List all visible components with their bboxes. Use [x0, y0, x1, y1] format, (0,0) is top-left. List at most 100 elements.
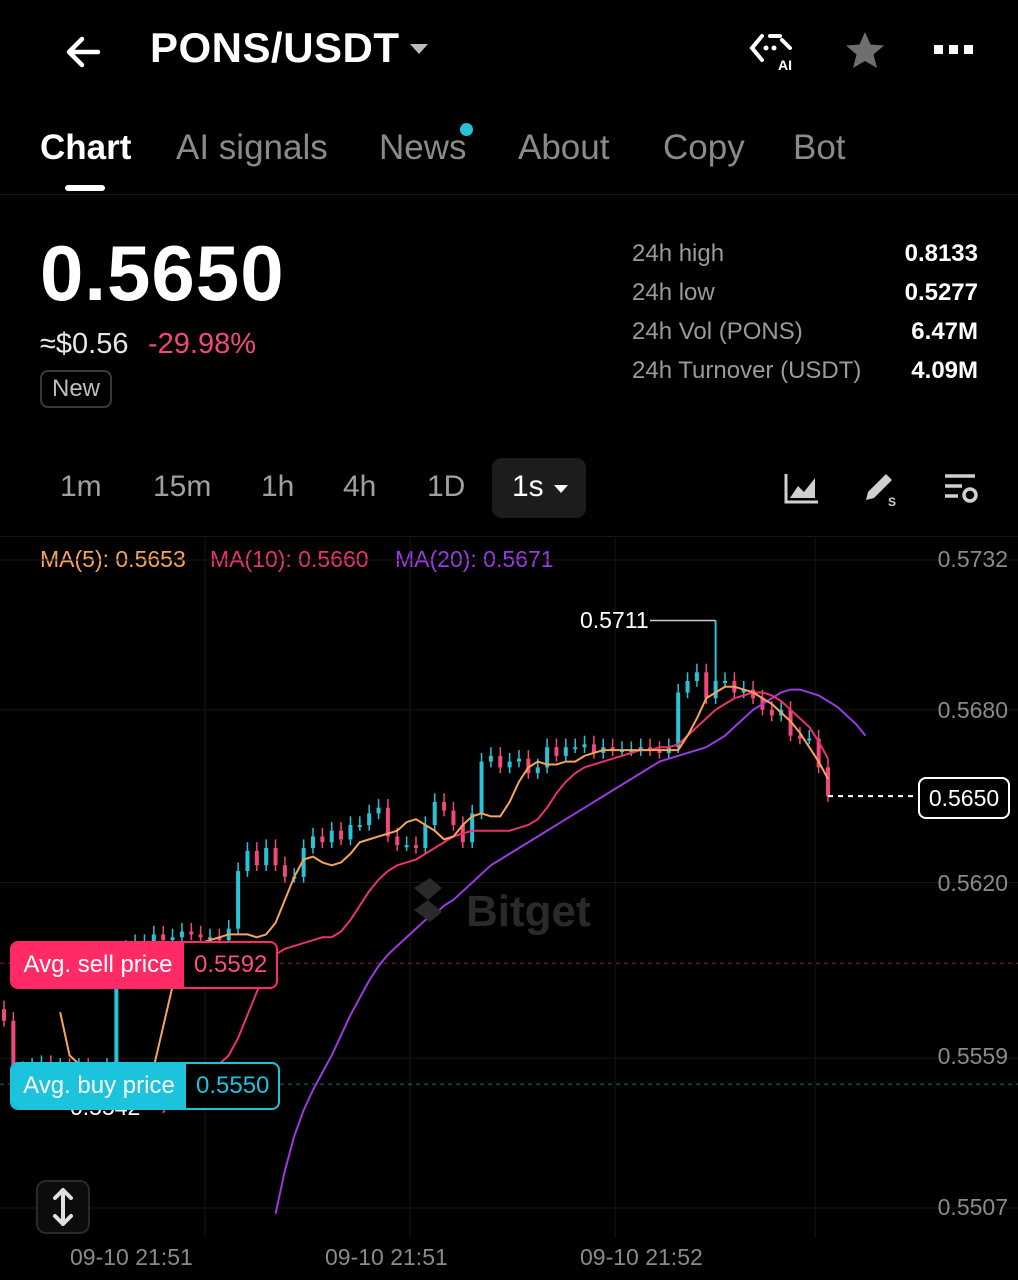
stats-panel: 24h high 0.8133 24h low 0.5277 24h Vol (PO… [632, 240, 978, 396]
candle-body [329, 830, 334, 843]
stat-label: 24h Vol (PONS) [632, 318, 803, 345]
stat-value: 0.5277 [904, 279, 978, 306]
candle-body [423, 824, 428, 848]
candle-body [488, 755, 493, 762]
x-axis-tick: 09-10 21:52 [580, 1244, 703, 1270]
interval-1h[interactable]: 1h [261, 470, 294, 504]
candle-body [367, 813, 372, 825]
candle-body [414, 845, 418, 848]
ma20-line [274, 688, 867, 1214]
active-tab-indicator [65, 185, 105, 191]
divider [0, 536, 1018, 537]
candle-body [479, 761, 484, 814]
candle-body [694, 672, 699, 681]
interval-selected-label: 1s [512, 470, 544, 503]
avg-buy-price-tag[interactable]: Avg. buy price 0.5550 [10, 1062, 280, 1110]
back-arrow-icon[interactable] [58, 26, 110, 78]
bitget-watermark-logo: Bitget [414, 878, 591, 936]
price-change-percent: -29.98% [148, 328, 257, 360]
tab-ai-signals[interactable]: AI signals [176, 128, 328, 168]
interval-1m[interactable]: 1m [60, 470, 102, 504]
candle-body [320, 836, 325, 843]
interval-selected-dropdown[interactable]: 1s [492, 458, 586, 518]
x-axis-tick: 09-10 21:51 [70, 1244, 193, 1270]
candle-body [395, 836, 400, 846]
stat-row: 24h low 0.5277 [632, 279, 978, 318]
candle-body [517, 758, 521, 762]
current-price-tag: 0.5650 [918, 777, 1010, 819]
candle-body [170, 937, 175, 941]
candle-body [432, 801, 437, 825]
candle-body [254, 850, 259, 866]
candle-body [245, 850, 250, 872]
tab-copy[interactable]: Copy [663, 128, 745, 168]
candle-body [498, 755, 503, 768]
usd-price: ≈$0.56 [40, 328, 129, 360]
draw-tool-icon[interactable]: S [860, 468, 900, 508]
candle-body [273, 848, 278, 866]
vertical-scale-toggle-icon[interactable] [36, 1180, 90, 1234]
ai-icon[interactable]: AI [748, 30, 804, 72]
star-icon[interactable] [842, 28, 888, 74]
interval-1d[interactable]: 1D [427, 470, 465, 504]
candle-body [573, 747, 578, 750]
candle-body [704, 672, 709, 699]
x-axis-tick: 09-10 21:51 [325, 1244, 448, 1270]
stat-label: 24h Turnover (USDT) [632, 357, 862, 384]
indicator-settings-icon[interactable] [940, 468, 980, 508]
candle-body [769, 709, 774, 716]
candle-body [554, 747, 559, 756]
svg-text:AI: AI [778, 57, 792, 72]
candle-body [198, 934, 203, 938]
candle-body [357, 824, 362, 827]
avg-buy-value: 0.5550 [196, 1072, 270, 1099]
candle-body [582, 744, 587, 748]
stat-value: 4.09M [911, 357, 978, 384]
tab-chart[interactable]: Chart [40, 128, 131, 168]
candle-body [807, 738, 812, 741]
candle-body [535, 767, 540, 774]
tab-bar: Chart AI signals News About Copy Bot [0, 118, 1018, 195]
more-icon[interactable] [932, 40, 976, 60]
new-badge: New [40, 370, 113, 408]
stat-row: 24h Vol (PONS) 6.47M [632, 318, 978, 357]
news-notification-dot [460, 123, 473, 136]
top-bar: PONS/USDT AI [0, 0, 1018, 110]
interval-15m[interactable]: 15m [153, 470, 211, 504]
candle-body [723, 680, 727, 683]
tab-about[interactable]: About [518, 128, 609, 168]
avg-sell-price-tag[interactable]: Avg. sell price 0.5592 [10, 941, 278, 989]
candle-body [264, 848, 269, 866]
chevron-down-icon [554, 485, 568, 493]
avg-sell-value: 0.5592 [194, 951, 268, 978]
candle-body [282, 865, 287, 877]
pair-dropdown-caret-icon[interactable] [410, 44, 428, 54]
tab-news[interactable]: News [379, 128, 467, 168]
y-axis-tick: 0.5559 [937, 1043, 1008, 1069]
stat-row: 24h high 0.8133 [632, 240, 978, 279]
tab-bot[interactable]: Bot [793, 128, 846, 168]
candle-body [713, 680, 718, 699]
stat-value: 0.8133 [904, 240, 978, 267]
candle-body [236, 871, 241, 929]
chart-type-icon[interactable] [782, 468, 822, 508]
candle-body [442, 801, 447, 811]
y-axis-tick: 0.5620 [937, 870, 1008, 896]
last-price: 0.5650 [40, 229, 285, 317]
stat-label: 24h low [632, 279, 715, 306]
y-axis-tick: 0.5680 [937, 697, 1008, 723]
candle-body [311, 836, 315, 848]
candle-body [161, 934, 166, 941]
candle-body [339, 830, 344, 840]
high-marker-label: 0.5711 [580, 607, 649, 633]
interval-4h[interactable]: 4h [343, 470, 376, 504]
candle-body [179, 931, 184, 938]
stat-row: 24h Turnover (USDT) 4.09M [632, 357, 978, 396]
candle-body [348, 824, 353, 840]
candle-body [2, 1009, 6, 1021]
pair-title[interactable]: PONS/USDT [150, 24, 400, 72]
candle-body [404, 845, 409, 848]
stat-value: 6.47M [911, 318, 978, 345]
candle-body [826, 767, 830, 797]
stat-label: 24h high [632, 240, 725, 267]
